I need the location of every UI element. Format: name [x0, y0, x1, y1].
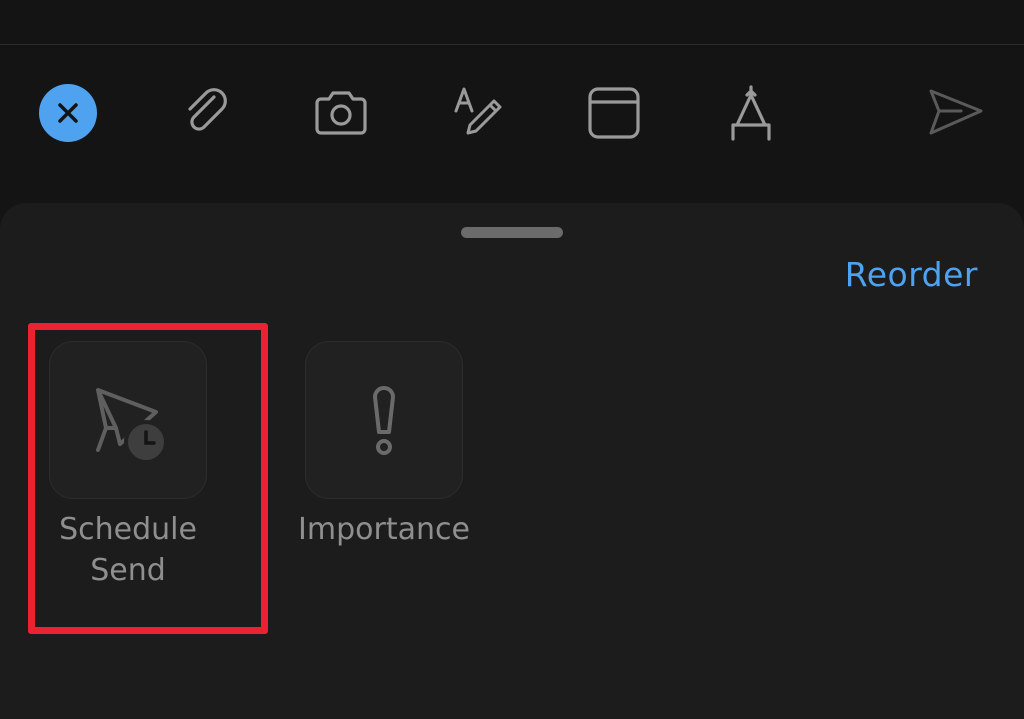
- camera-button[interactable]: [311, 83, 371, 143]
- paperclip-icon: [188, 88, 227, 131]
- send-button[interactable]: [925, 83, 985, 143]
- text-format-button[interactable]: [446, 83, 506, 143]
- exclamation-icon: [373, 386, 395, 455]
- options-sheet: Reorder Schedule Send Importance: [0, 203, 1024, 719]
- layout-button[interactable]: [584, 83, 644, 143]
- send-icon: [929, 89, 983, 135]
- close-button[interactable]: [38, 83, 98, 143]
- schedule-send-button[interactable]: [49, 341, 207, 499]
- camera-icon: [315, 91, 367, 135]
- compose-screen: Reorder Schedule Send Importance: [0, 0, 1024, 719]
- window-icon: [588, 87, 640, 139]
- importance-label: Importance: [298, 512, 470, 547]
- close-icon: [39, 84, 97, 142]
- attach-button[interactable]: [176, 83, 236, 143]
- sheet-drag-handle[interactable]: [461, 227, 563, 238]
- schedule-send-label: Schedule Send: [59, 512, 197, 588]
- compose-toolbar: [0, 70, 1024, 156]
- importance-button[interactable]: [305, 341, 463, 499]
- compass-draw-icon: [731, 85, 771, 141]
- top-divider: [0, 44, 1024, 45]
- text-format-icon: [454, 87, 502, 135]
- schedule-send-icon: [96, 388, 168, 464]
- reorder-button[interactable]: Reorder: [845, 255, 978, 294]
- draw-button[interactable]: [721, 83, 781, 143]
